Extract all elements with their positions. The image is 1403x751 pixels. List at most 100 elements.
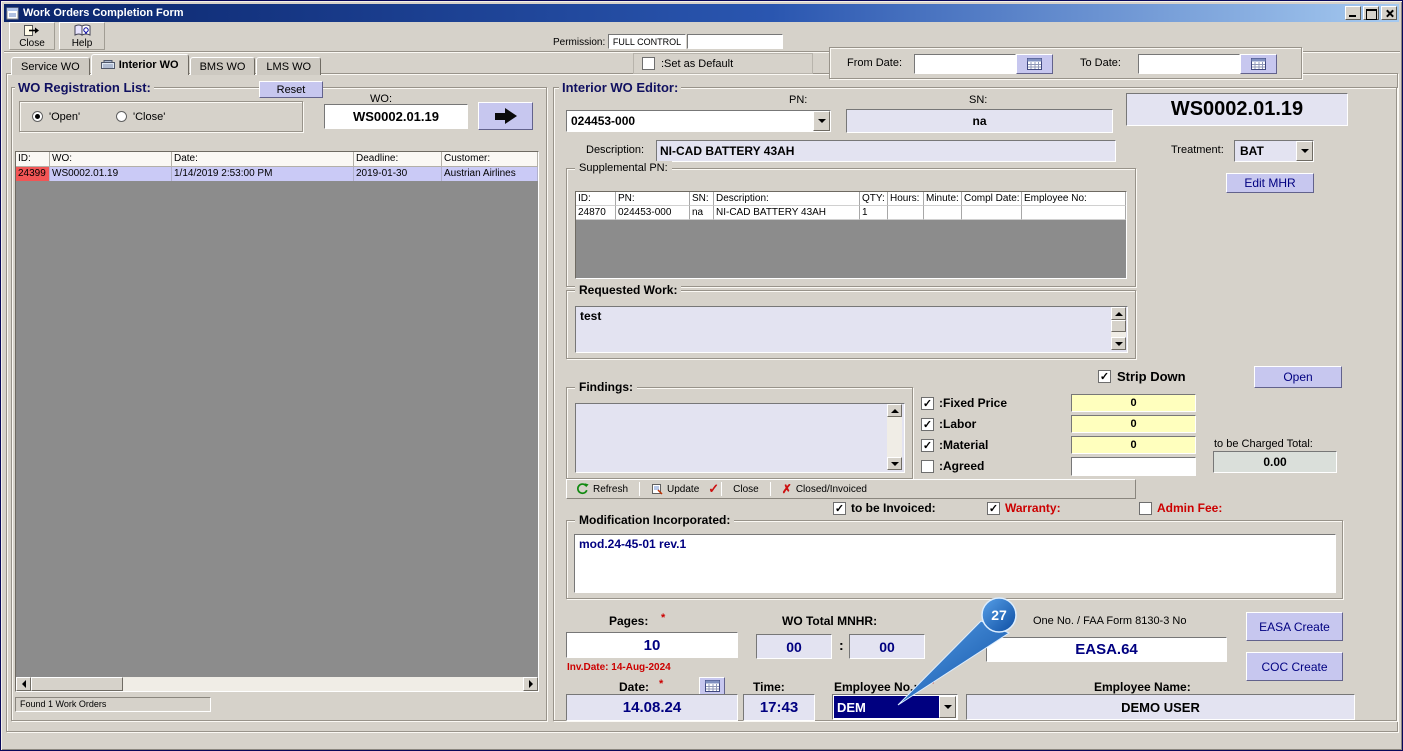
list-empty-area <box>16 181 538 677</box>
findings-scrollbar[interactable] <box>887 404 902 470</box>
fixed-price-checkbox[interactable] <box>921 397 934 410</box>
scroll-right-button[interactable] <box>523 677 538 691</box>
easa-create-label: EASA Create <box>1259 619 1330 634</box>
callout-tail <box>897 620 1011 706</box>
close-record-button[interactable]: Close <box>724 481 768 497</box>
update-button[interactable]: Update <box>642 481 708 497</box>
form-8130-label: One No. / FAA Form 8130-3 No <box>1033 615 1187 627</box>
material-checkbox[interactable] <box>921 439 934 452</box>
scroll-up-button[interactable] <box>1111 307 1126 320</box>
tab-lms-wo[interactable]: LMS WO <box>256 57 322 75</box>
tab-bms-wo[interactable]: BMS WO <box>189 57 256 75</box>
easa-create-button[interactable]: EASA Create <box>1246 612 1343 641</box>
to-date-label: To Date: <box>1080 57 1121 69</box>
labor-checkbox[interactable] <box>921 418 934 431</box>
mnhr-hours-field[interactable]: 00 <box>756 634 832 659</box>
supplemental-empty-area <box>576 220 1126 278</box>
charged-total-value: 0.00 <box>1213 451 1337 473</box>
time-field[interactable]: 17:43 <box>743 694 815 721</box>
toolbar-close-button[interactable]: Close <box>9 22 55 50</box>
pages-required-marker: * <box>661 612 666 624</box>
scroll-left-button[interactable] <box>16 677 31 691</box>
form-8130-field[interactable]: EASA.64 <box>986 637 1227 662</box>
to-be-invoiced-checkbox[interactable] <box>833 502 846 515</box>
coc-create-button[interactable]: COC Create <box>1246 652 1343 681</box>
sn-field[interactable]: na <box>846 109 1113 133</box>
warranty-label: Warranty: <box>1005 501 1061 515</box>
warranty-checkbox[interactable] <box>987 502 1000 515</box>
treatment-combo[interactable]: BAT <box>1234 140 1314 162</box>
scroll-down-button[interactable] <box>887 457 902 470</box>
work-orders-list[interactable]: ID: WO: Date: Deadline: Customer: 24399 … <box>15 151 539 692</box>
agreed-label: :Agreed <box>939 459 985 473</box>
toolbar-help-button[interactable]: Help <box>59 22 105 50</box>
open-radio[interactable] <box>32 111 43 122</box>
arrow-left-icon <box>21 680 26 688</box>
sn-label: SN: <box>969 94 988 106</box>
open-button-label: Open <box>1283 370 1313 384</box>
from-date-calendar-button[interactable] <box>1016 54 1053 74</box>
pages-field[interactable]: 10 <box>566 632 738 658</box>
set-as-default-label: :Set as Default <box>661 57 734 70</box>
agreed-value[interactable] <box>1071 457 1196 476</box>
maximize-button[interactable] <box>1363 6 1379 20</box>
close-radio[interactable] <box>116 111 127 122</box>
work-order-row[interactable]: 24399 WS0002.01.19 1/14/2019 2:53:00 PM … <box>16 167 538 181</box>
go-button[interactable] <box>478 102 533 130</box>
refresh-button[interactable]: Refresh <box>567 481 637 497</box>
scroll-down-button[interactable] <box>1111 337 1126 350</box>
list-horizontal-scrollbar[interactable] <box>16 677 538 691</box>
pn-value: 024453-000 <box>571 114 636 128</box>
admin-fee-checkbox[interactable] <box>1139 502 1152 515</box>
fixed-price-value[interactable]: 0 <box>1071 394 1196 412</box>
open-button[interactable]: Open <box>1254 366 1342 388</box>
toolbar-separator <box>721 482 723 496</box>
labor-label: :Labor <box>939 417 977 431</box>
tab-service-wo[interactable]: Service WO <box>11 57 90 75</box>
agreed-checkbox[interactable] <box>921 460 934 473</box>
column-header-id: ID: <box>16 152 50 167</box>
help-icon <box>74 24 90 36</box>
findings-title: Findings: <box>575 380 637 395</box>
from-date-input[interactable] <box>914 54 1016 74</box>
supplemental-row[interactable]: 24870 024453-000 na NI-CAD BATTERY 43AH … <box>576 206 1126 220</box>
set-as-default-checkbox[interactable] <box>642 57 655 70</box>
wo-number-field[interactable]: WS0002.01.19 <box>324 104 468 129</box>
requested-work-textarea[interactable]: test <box>575 306 1128 353</box>
modification-textarea[interactable]: mod.24-45-01 rev.1 <box>574 534 1336 593</box>
mnhr-colon: : <box>839 637 844 653</box>
exit-icon <box>24 24 39 36</box>
reset-button[interactable]: Reset <box>259 81 323 98</box>
material-value[interactable]: 0 <box>1071 436 1196 454</box>
to-date-input[interactable] <box>1138 54 1240 74</box>
close-window-button[interactable] <box>1381 6 1397 20</box>
pn-dropdown-button[interactable] <box>813 111 830 131</box>
edit-mhr-button[interactable]: Edit MHR <box>1226 173 1314 193</box>
date-calendar-button[interactable] <box>699 677 725 695</box>
requested-work-scrollbar[interactable] <box>1111 307 1126 350</box>
closed-invoiced-button[interactable]: Closed/Invoiced <box>773 481 876 497</box>
supplemental-table[interactable]: ID: PN: SN: Description: QTY: Hours: Min… <box>575 191 1127 279</box>
time-label: Time: <box>753 680 785 694</box>
tab-label: Service WO <box>21 60 80 73</box>
findings-textarea[interactable] <box>575 403 905 473</box>
strip-down-checkbox[interactable] <box>1098 370 1111 383</box>
scroll-track[interactable] <box>887 417 902 457</box>
minimize-button[interactable] <box>1345 6 1361 20</box>
to-date-calendar-button[interactable] <box>1240 54 1277 74</box>
list-header-row: ID: WO: Date: Deadline: Customer: <box>16 152 538 167</box>
scroll-thumb[interactable] <box>1111 320 1126 332</box>
close-radio-label: 'Close' <box>133 111 166 123</box>
scroll-track[interactable] <box>123 677 523 691</box>
set-as-default-panel: :Set as Default <box>633 53 813 74</box>
treatment-dropdown-button[interactable] <box>1296 141 1313 161</box>
tab-label: BMS WO <box>199 60 246 73</box>
pn-combo[interactable]: 024453-000 <box>566 110 831 132</box>
tab-interior-wo[interactable]: Interior WO <box>90 54 189 75</box>
labor-value[interactable]: 0 <box>1071 415 1196 433</box>
edit-mhr-label: Edit MHR <box>1244 176 1296 190</box>
scroll-up-button[interactable] <box>887 404 902 417</box>
scroll-thumb[interactable] <box>31 677 123 691</box>
description-field[interactable]: NI-CAD BATTERY 43AH <box>656 140 1116 162</box>
date-field[interactable]: 14.08.24 <box>566 694 738 721</box>
